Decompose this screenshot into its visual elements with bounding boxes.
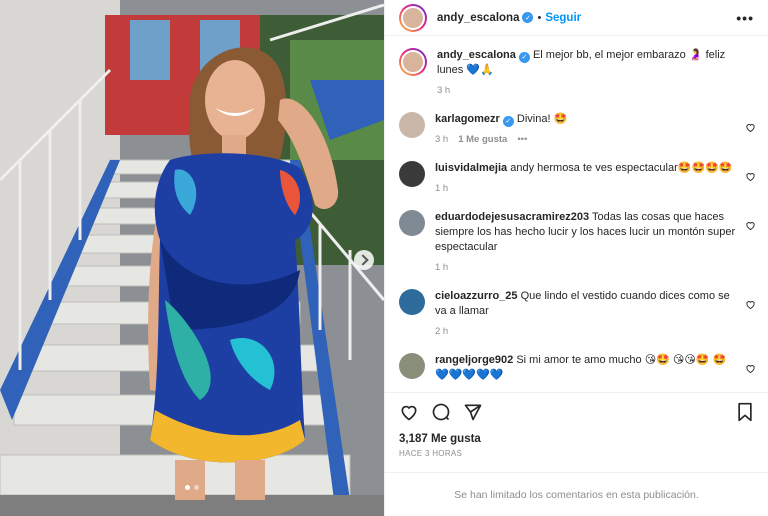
comment-text: andy hermosa te ves espectacular🤩🤩🤩🤩 [510, 162, 733, 174]
post-details-panel: andy_escalona ✓ • Seguir ••• andy_escalo… [384, 0, 768, 516]
verified-badge-icon: ✓ [502, 116, 514, 127]
comment-username[interactable]: rangeljorge902 [435, 354, 513, 366]
verified-badge-icon: ✓ [518, 52, 530, 63]
comment-bubble-icon[interactable] [431, 402, 451, 427]
carousel-indicator [185, 485, 199, 490]
author-avatar[interactable] [399, 3, 427, 32]
commenter-avatar[interactable] [399, 210, 425, 236]
comments-limited-notice: Se han limitado los comentarios en esta … [385, 472, 768, 516]
separator-dot: • [537, 11, 542, 24]
comment-username[interactable]: cieloazzurro_25 [435, 290, 518, 302]
like-comment-heart-icon[interactable] [745, 218, 755, 231]
comment-item: karlagomezr ✓ Divina! 🤩 3 h 1 Me gusta ••… [399, 112, 755, 147]
share-send-icon[interactable] [463, 402, 483, 427]
carousel-dot [194, 485, 199, 490]
comment-item: eduardodejesusacramirez203 Todas las cos… [399, 210, 755, 275]
comment-time: 1 h [435, 262, 449, 273]
save-bookmark-icon[interactable] [736, 402, 754, 427]
like-comment-heart-icon[interactable] [745, 297, 755, 310]
post-photo-illustration [0, 0, 384, 516]
post-image[interactable] [0, 0, 384, 516]
caption-avatar[interactable] [399, 48, 427, 76]
comment-item: luisvidalmejia andy hermosa te ves espec… [399, 161, 755, 196]
comment-time: 2 h [435, 326, 449, 337]
comment-time: 1 h [435, 183, 449, 194]
post-timestamp: HACE 3 HORAS [399, 449, 463, 458]
caption-username[interactable]: andy_escalona [437, 49, 516, 61]
comment-more-icon[interactable]: ••• [517, 132, 527, 147]
comments-list: andy_escalona ✓ El mejor bb, el mejor emb… [385, 36, 768, 392]
comment-item: cieloazzurro_25 Que lindo el vestido cua… [399, 289, 755, 339]
commenter-avatar[interactable] [399, 112, 425, 138]
comment-username[interactable]: luisvidalmejia [435, 162, 507, 174]
comment-text: Divina! 🤩 [516, 113, 568, 125]
commenter-avatar[interactable] [399, 161, 425, 187]
comment-username[interactable]: karlagomezr [435, 113, 500, 125]
caption: andy_escalona ✓ El mejor bb, el mejor emb… [399, 48, 754, 98]
carousel-next-button[interactable] [354, 250, 374, 270]
comment-time: 3 h [435, 134, 449, 145]
like-comment-heart-icon[interactable] [745, 361, 755, 374]
caption-time: 3 h [437, 85, 451, 96]
like-comment-heart-icon[interactable] [745, 120, 755, 133]
like-comment-heart-icon[interactable] [745, 169, 755, 182]
commenter-avatar[interactable] [399, 353, 425, 379]
like-heart-icon[interactable] [399, 402, 419, 427]
post-header: andy_escalona ✓ • Seguir ••• [385, 0, 768, 36]
verified-badge-icon: ✓ [522, 12, 534, 23]
commenter-avatar[interactable] [399, 289, 425, 315]
comment-item: rangeljorge902 Si mi amor te amo mucho 😘… [399, 353, 755, 383]
author-username[interactable]: andy_escalona [437, 12, 519, 24]
comment-username[interactable]: eduardodejesusacramirez203 [435, 211, 589, 223]
carousel-dot-active [185, 485, 190, 490]
follow-button[interactable]: Seguir [545, 12, 581, 24]
post-actions: 3,187 Me gusta HACE 3 HORAS [385, 392, 768, 472]
like-count[interactable]: 3,187 Me gusta [399, 433, 754, 445]
comment-like-count[interactable]: 1 Me gusta [458, 132, 507, 147]
more-options-icon[interactable]: ••• [736, 10, 754, 26]
